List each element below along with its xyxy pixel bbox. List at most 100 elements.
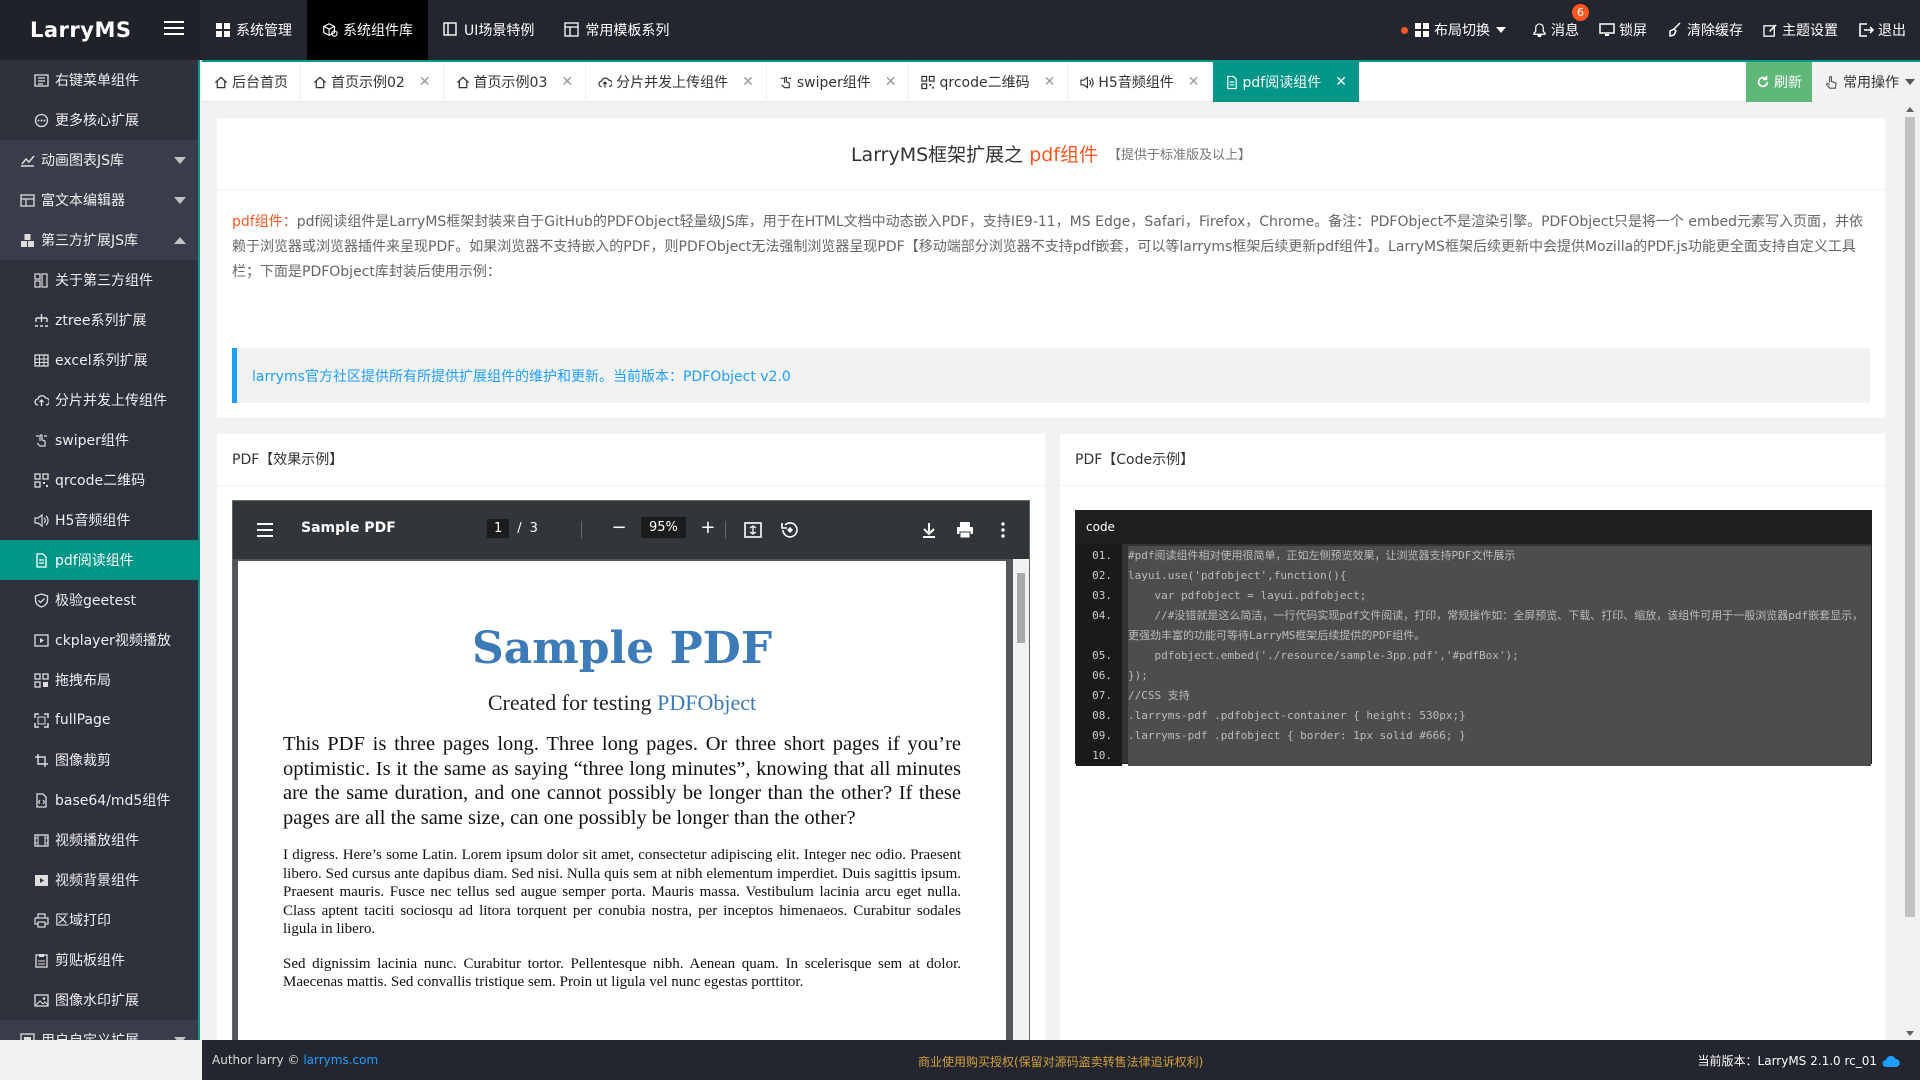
main-content: LarryMS框架扩展之 pdf组件 【提供于标准版及以上】 pdf组件：pdf…	[202, 103, 1900, 1040]
sidebar-item-label: swiper组件	[55, 433, 129, 449]
print-icon[interactable]	[955, 520, 975, 540]
tab-label: 首页示例03	[473, 75, 548, 91]
close-icon[interactable]: ✕	[742, 74, 754, 90]
hand-pointer-icon	[1826, 75, 1837, 89]
sidebar-item-11[interactable]: H5音频组件	[0, 500, 198, 540]
logout-button[interactable]: 退出	[1848, 20, 1920, 40]
tab-2[interactable]: 首页示例03 ✕	[444, 62, 587, 102]
footer-author-link[interactable]: larryms.com	[303, 1053, 378, 1067]
topnav-item-1[interactable]: 系统组件库	[307, 0, 428, 60]
sidebar-item-8[interactable]: 分片并发上传组件	[0, 380, 198, 420]
tab-5[interactable]: qrcode二维码 ✕	[909, 62, 1069, 102]
hamburger-icon[interactable]	[164, 17, 184, 37]
sidebar-item-15[interactable]: 拖拽布局	[0, 660, 198, 700]
print-icon	[34, 912, 49, 928]
pdf-viewer[interactable]: Sample PDF 1 / 3 − 95% + Sample PDF Crea…	[232, 500, 1030, 1040]
grid-icon	[215, 22, 231, 38]
clear-cache-button[interactable]: 清除缓存	[1657, 20, 1753, 40]
sidebar-item-label: pdf阅读组件	[55, 553, 134, 569]
sidebar-item-1[interactable]: 更多核心扩展	[0, 100, 198, 140]
sidebar-item-9[interactable]: swiper组件	[0, 420, 198, 460]
layout-switch-button[interactable]: 布局切换	[1391, 20, 1516, 40]
tab-6[interactable]: H5音频组件 ✕	[1068, 62, 1213, 102]
page-scrollbar[interactable]	[1900, 103, 1920, 1040]
pdf-paragraph-1: This PDF is three pages long. Three long…	[283, 733, 961, 829]
tab-7[interactable]: pdf阅读组件 ✕	[1212, 62, 1360, 102]
code-line: .larryms-pdf .pdfobject-container { heig…	[1128, 706, 1871, 726]
fit-page-icon[interactable]	[743, 520, 763, 540]
close-icon[interactable]: ✕	[1188, 74, 1200, 90]
scroll-up-icon[interactable]	[1906, 107, 1914, 112]
sidebar: 右键菜单组件 更多核心扩展 动画图表JS库 富文本编辑器第三方扩展JS库关于第三方组件…	[0, 60, 200, 1040]
tab-4[interactable]: swiper组件 ✕	[767, 62, 910, 102]
pdf-page-input[interactable]: 1	[487, 519, 510, 538]
sidebar-item-16[interactable]: fullPage	[0, 700, 198, 740]
pdf-scrollbar-thumb[interactable]	[1017, 573, 1025, 643]
sidebar-item-10[interactable]: qrcode二维码	[0, 460, 198, 500]
close-icon[interactable]: ✕	[885, 74, 897, 90]
sidebar-item-3[interactable]: 富文本编辑器	[0, 180, 198, 220]
bell-icon	[1533, 22, 1546, 37]
sidebar-item-21[interactable]: 区域打印	[0, 900, 198, 940]
sidebar-item-20[interactable]: 视频背景组件	[0, 860, 198, 900]
theme-settings-button[interactable]: 主题设置	[1753, 20, 1848, 40]
tab-label: qrcode二维码	[939, 75, 1030, 91]
sidebar-item-6[interactable]: ztree系列扩展	[0, 300, 198, 340]
code-line-number: 10.	[1092, 749, 1112, 762]
close-icon[interactable]: ✕	[1335, 74, 1347, 90]
sidebar-item-0[interactable]: 右键菜单组件	[0, 60, 198, 100]
rotate-icon[interactable]	[779, 520, 799, 540]
qrcode-icon	[34, 472, 49, 488]
sidebar-item-22[interactable]: 剪贴板组件	[0, 940, 198, 980]
sidebar-item-24[interactable]: 用户自定义扩展	[0, 1020, 198, 1040]
close-icon[interactable]: ✕	[1044, 74, 1056, 90]
sidebar-item-5[interactable]: 关于第三方组件	[0, 260, 198, 300]
sidebar-item-13[interactable]: 极验geetest	[0, 580, 198, 620]
pdf-menu-icon[interactable]	[257, 523, 273, 537]
tab-3[interactable]: 分片并发上传组件 ✕	[586, 62, 767, 102]
scroll-down-icon[interactable]	[1906, 1031, 1914, 1036]
footer: Author larry © larryms.com 商业使用购买授权(保留对源…	[202, 1040, 1920, 1080]
topnav-item-3[interactable]: 常用模板系列	[549, 0, 684, 60]
code-line-number: 07.	[1092, 689, 1112, 702]
more-vertical-icon[interactable]	[993, 520, 1013, 540]
sidebar-item-label: 第三方扩展JS库	[41, 233, 139, 249]
lock-screen-button[interactable]: 锁屏	[1589, 20, 1657, 40]
message-button[interactable]: 消息 6	[1522, 4, 1589, 40]
sidebar-item-2[interactable]: 动画图表JS库	[0, 140, 198, 180]
sidebar-item-4[interactable]: 第三方扩展JS库	[0, 220, 198, 260]
desc-label: pdf组件：	[232, 214, 297, 230]
editor-icon	[20, 193, 35, 208]
pdf-doc-name: Sample PDF	[301, 520, 396, 536]
zoom-in-button[interactable]: +	[696, 517, 720, 538]
tab-0[interactable]: 后台首页	[202, 62, 301, 102]
close-icon[interactable]: ✕	[561, 74, 573, 90]
tab-label: 后台首页	[232, 75, 288, 91]
logout-label: 退出	[1878, 23, 1906, 39]
page-scrollbar-thumb[interactable]	[1905, 117, 1915, 917]
code-line-number: 05.	[1092, 649, 1112, 662]
sidebar-item-17[interactable]: 图像裁剪	[0, 740, 198, 780]
sidebar-item-14[interactable]: ckplayer视频播放	[0, 620, 198, 660]
common-ops-button[interactable]: 常用操作	[1812, 62, 1920, 102]
upload-cloud-icon	[598, 75, 613, 89]
grid-icon	[1415, 23, 1429, 37]
topnav-item-0[interactable]: 系统管理	[200, 0, 307, 60]
sidebar-item-12[interactable]: pdf阅读组件	[0, 540, 198, 580]
pdf-sub-link[interactable]: PDFObject	[657, 690, 756, 715]
code-line: #pdf阅读组件相对使用很简单，正如左侧预览效果，让浏览器支持PDF文件展示	[1128, 546, 1871, 566]
pdf-scrollbar[interactable]	[1013, 559, 1029, 1040]
sidebar-item-19[interactable]: 视频播放组件	[0, 820, 198, 860]
swipe-icon	[779, 75, 793, 89]
zoom-out-button[interactable]: −	[607, 517, 631, 538]
sidebar-item-7[interactable]: excel系列扩展	[0, 340, 198, 380]
monitor-icon	[1599, 23, 1615, 36]
sidebar-item-18[interactable]: base64/md5组件	[0, 780, 198, 820]
sidebar-item-23[interactable]: 图像水印扩展	[0, 980, 198, 1020]
download-icon[interactable]	[919, 520, 939, 540]
zoom-value[interactable]: 95%	[641, 517, 686, 538]
topnav-item-2[interactable]: UI场景特例	[428, 0, 549, 60]
refresh-button[interactable]: 刷新	[1746, 62, 1812, 102]
close-icon[interactable]: ✕	[419, 74, 431, 90]
tab-1[interactable]: 首页示例02 ✕	[301, 62, 444, 102]
